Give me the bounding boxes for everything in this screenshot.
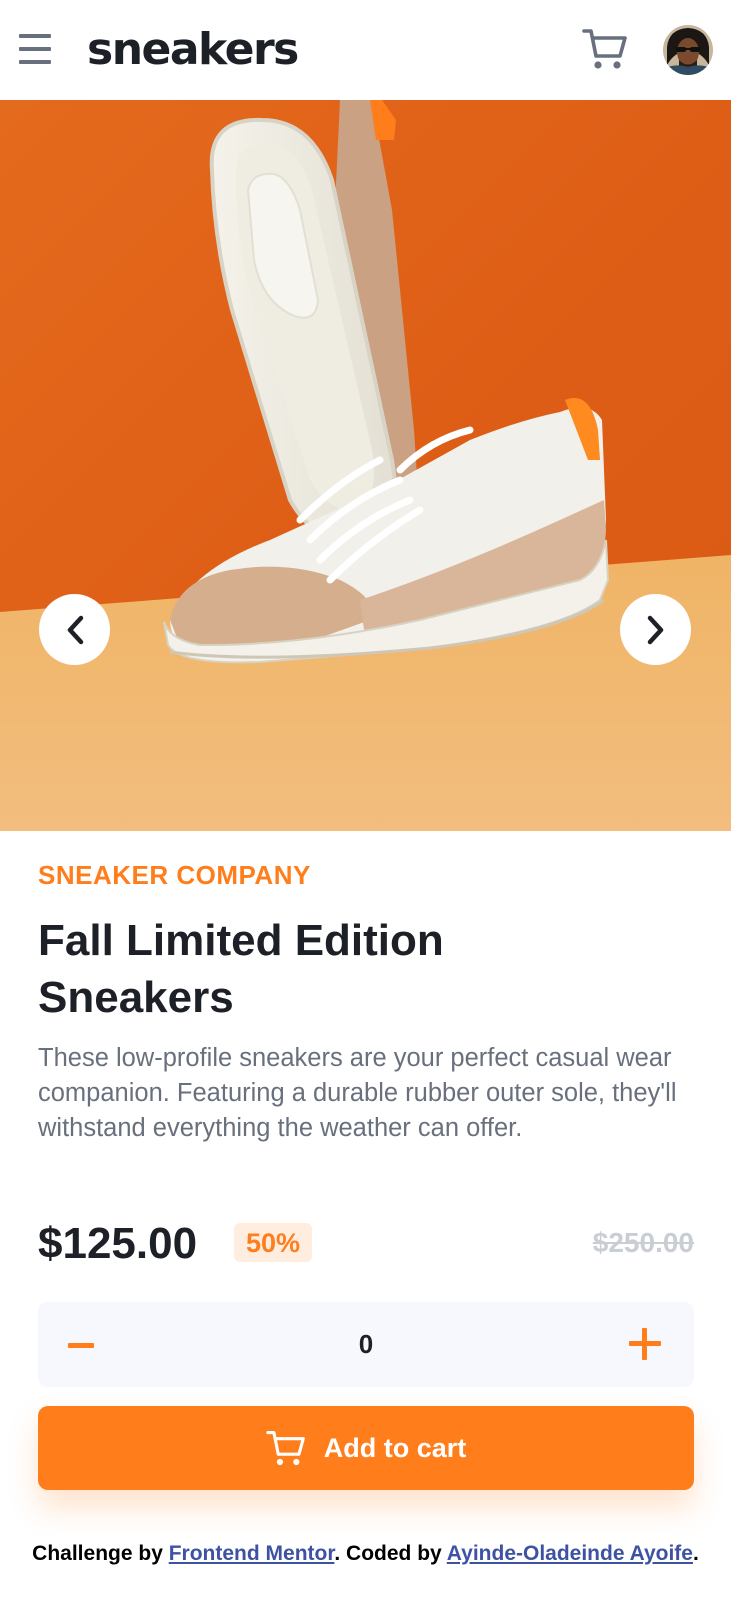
previous-image-button[interactable]: [39, 594, 110, 665]
product-description: These low-profile sneakers are your perf…: [38, 1044, 677, 1142]
next-image-button[interactable]: [620, 594, 691, 665]
logo[interactable]: sneakers: [87, 22, 299, 78]
chevron-right-icon: [647, 615, 663, 644]
add-to-cart-label: Add to cart: [323, 1433, 467, 1463]
hamburger-menu-icon[interactable]: [19, 34, 51, 64]
site-header: sneakers: [0, 0, 750, 100]
cart-icon[interactable]: [582, 28, 628, 72]
original-price: $250.00: [592, 1227, 694, 1258]
cart-icon: [266, 1431, 305, 1466]
plus-icon[interactable]: [628, 1327, 662, 1361]
product-gallery: [0, 100, 731, 831]
product-image: [0, 100, 731, 831]
product-title: Fall Limited Edition Sneakers: [38, 916, 444, 1022]
quantity-value: 0: [358, 1329, 374, 1359]
quantity-stepper: 0: [38, 1302, 694, 1387]
attribution: Challenge by Frontend Mentor. Coded by A…: [0, 1539, 731, 1569]
frontend-mentor-link[interactable]: Frontend Mentor: [169, 1542, 335, 1565]
company-name: SNEAKER COMPANY: [38, 860, 311, 890]
attribution-middle: . Coded by: [334, 1542, 447, 1565]
attribution-suffix: .: [692, 1542, 699, 1565]
discount-badge: 50%: [234, 1223, 312, 1262]
chevron-left-icon: [67, 615, 83, 644]
attribution-prefix: Challenge by: [32, 1542, 169, 1565]
user-avatar[interactable]: [663, 25, 713, 75]
add-to-cart-button[interactable]: Add to cart: [38, 1406, 694, 1490]
author-link[interactable]: Ayinde-Oladeinde Ayoife: [447, 1542, 693, 1565]
current-price: $125.00: [38, 1219, 198, 1268]
